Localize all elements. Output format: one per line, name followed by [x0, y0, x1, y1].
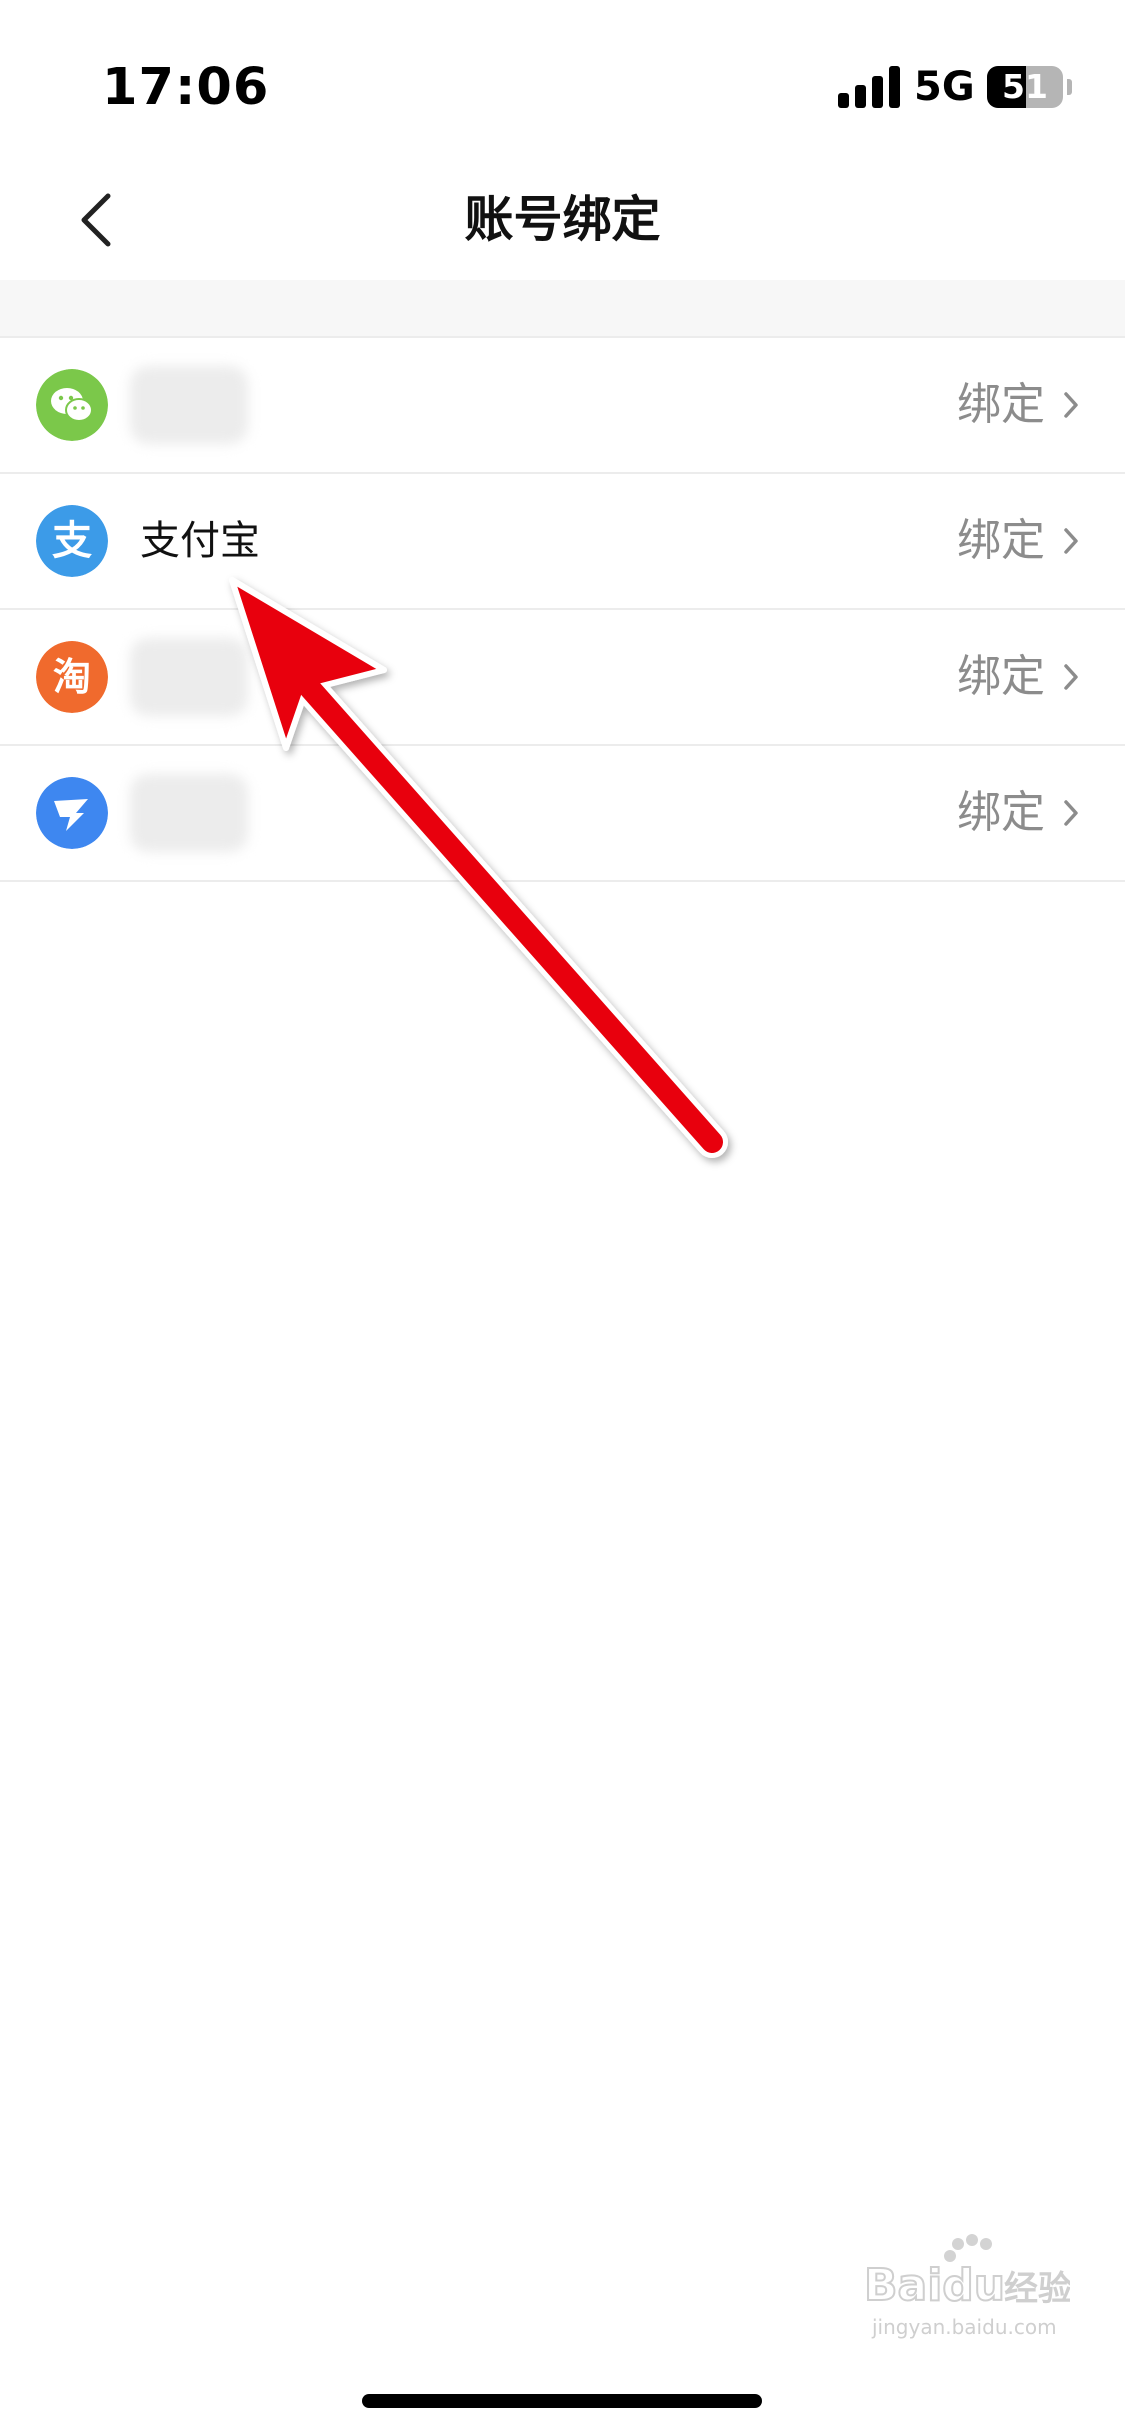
watermark-brand: Baidu — [864, 2260, 1005, 2311]
chevron-right-icon — [1064, 800, 1078, 826]
account-row-alipay[interactable]: 支 支付宝 绑定 — [0, 474, 1125, 610]
back-button[interactable] — [60, 180, 140, 260]
chevron-right-icon — [1064, 664, 1078, 690]
alipay-icon: 支 — [36, 505, 108, 577]
baidu-jingyan-watermark: Baidu 经验 jingyan.baidu.com — [863, 2234, 1070, 2339]
bind-label: 绑定 — [957, 651, 1045, 702]
blurred-account-name — [130, 774, 248, 852]
battery-percentage: 51 — [1002, 67, 1048, 106]
cellular-signal-icon — [838, 66, 900, 108]
bind-label: 绑定 — [957, 515, 1045, 566]
network-type: 5G — [914, 64, 975, 110]
wechat-icon — [36, 369, 108, 441]
battery-icon: 51 — [987, 66, 1063, 108]
bind-label: 绑定 — [957, 787, 1045, 838]
bind-label: 绑定 — [957, 379, 1045, 430]
page-title: 账号绑定 — [464, 191, 661, 248]
account-row-taobao[interactable]: 淘 绑定 — [0, 610, 1125, 746]
status-bar: 17:06 5G 51 — [0, 0, 1125, 160]
chevron-right-icon — [1064, 528, 1078, 554]
watermark-url: jingyan.baidu.com — [871, 2315, 1057, 2339]
account-row-wechat[interactable]: 绑定 — [0, 338, 1125, 474]
taobao-icon: 淘 — [36, 641, 108, 713]
chevron-right-icon — [1064, 392, 1078, 418]
chevron-left-icon — [81, 193, 111, 247]
svg-text:淘: 淘 — [53, 655, 91, 699]
status-time: 17:06 — [102, 58, 270, 117]
account-row-dingtalk[interactable]: 绑定 — [0, 746, 1125, 882]
watermark-suffix: 经验 — [1004, 2269, 1070, 2309]
blurred-account-name — [130, 366, 248, 444]
home-indicator — [362, 2394, 762, 2408]
section-gap — [0, 280, 1125, 338]
account-list: 绑定 支 支付宝 绑定 淘 绑定 绑定 — [0, 338, 1125, 882]
battery-cap — [1067, 79, 1072, 95]
blurred-account-name — [130, 638, 248, 716]
account-name: 支付宝 — [140, 518, 260, 564]
dingtalk-icon — [36, 777, 108, 849]
navigation-bar: 账号绑定 — [0, 160, 1125, 280]
svg-text:支: 支 — [52, 518, 92, 564]
